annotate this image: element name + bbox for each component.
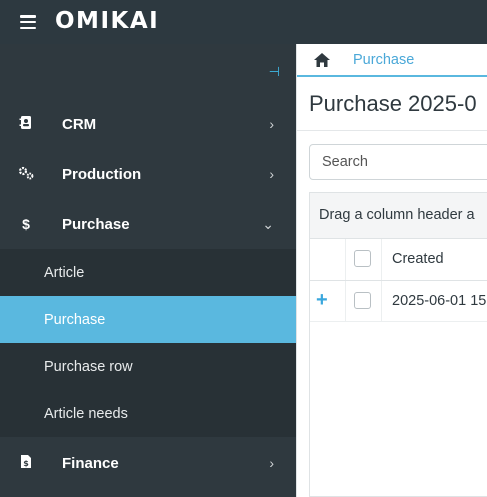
- sidebar-item-finance[interactable]: $ Finance ›: [0, 438, 296, 488]
- file-invoice-icon: $: [16, 454, 36, 472]
- chevron-right-icon: ›: [269, 455, 274, 471]
- svg-text:$: $: [23, 459, 29, 468]
- sidebar-item-label: Purchase: [62, 215, 130, 233]
- main-content: Purchase Purchase 2025-0 Drag a column h…: [296, 44, 487, 497]
- home-icon[interactable]: [313, 52, 331, 68]
- pin-icon[interactable]: ⊣: [269, 64, 280, 80]
- grid-header-row: Created: [310, 239, 487, 281]
- chevron-down-icon: ⌄: [262, 215, 274, 232]
- sidebar-item-purchase[interactable]: $ Purchase ⌄: [0, 199, 296, 249]
- group-panel[interactable]: Drag a column header a: [310, 193, 487, 239]
- breadcrumb-current[interactable]: Purchase: [353, 52, 414, 68]
- hamburger-menu-icon[interactable]: [20, 15, 36, 30]
- sidebar-subitem-label: Article needs: [44, 405, 128, 422]
- column-header-created[interactable]: Created: [392, 251, 444, 267]
- sidebar-item-crm[interactable]: CRM ›: [0, 99, 296, 149]
- dollar-icon: $: [22, 216, 30, 232]
- sidebar-subitem-purchase[interactable]: Purchase: [0, 296, 296, 343]
- sidebar-subitem-purchase-row[interactable]: Purchase row: [0, 343, 296, 390]
- breadcrumb: Purchase: [297, 44, 487, 77]
- sidebar-item-production[interactable]: Production ›: [0, 149, 296, 199]
- cell-created: 2025-06-01 15:: [392, 293, 487, 309]
- header-check-cell: [346, 239, 382, 280]
- chevron-right-icon: ›: [269, 116, 274, 132]
- sidebar-item-label: CRM: [62, 115, 97, 133]
- sidebar-item-label: Production: [62, 165, 142, 183]
- group-panel-hint: Drag a column header a: [319, 207, 475, 223]
- row-checkbox[interactable]: [354, 292, 371, 309]
- sidebar-subitem-label: Article: [44, 264, 85, 281]
- table-row[interactable]: + 2025-06-01 15:: [310, 281, 487, 322]
- sidebar-subitem-article[interactable]: Article: [0, 249, 296, 296]
- select-all-checkbox[interactable]: [354, 250, 371, 267]
- row-check-cell: [346, 281, 382, 321]
- sidebar-item-label: Finance: [62, 454, 119, 472]
- sidebar: ⊣ CRM › Production › $ Purchase ⌄ Articl…: [0, 44, 296, 497]
- sidebar-subitem-label: Purchase row: [44, 358, 133, 375]
- sidebar-subitem-label: Purchase: [44, 311, 106, 328]
- header-expand-cell: [310, 239, 346, 280]
- address-book-icon: [16, 115, 36, 133]
- row-expand-cell: +: [310, 281, 346, 321]
- expand-plus-icon[interactable]: +: [316, 289, 328, 312]
- search-input[interactable]: [309, 144, 487, 180]
- data-grid: Drag a column header a Created + 2025-06…: [309, 192, 487, 497]
- gears-icon: [16, 166, 36, 183]
- page-title: Purchase 2025-0: [309, 91, 477, 116]
- sidebar-subitem-article-needs[interactable]: Article needs: [0, 390, 296, 437]
- app-logo: OMIKAI: [55, 8, 160, 34]
- top-bar: OMIKAI: [0, 0, 487, 44]
- divider: [297, 130, 487, 131]
- chevron-right-icon: ›: [269, 166, 274, 182]
